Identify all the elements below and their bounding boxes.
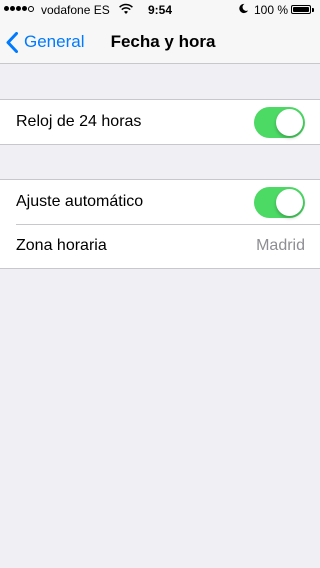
time-zone-value: Madrid xyxy=(256,237,305,254)
row-time-zone[interactable]: Zona horaria Madrid xyxy=(0,224,320,268)
row-24h-clock: Reloj de 24 horas xyxy=(0,100,320,144)
settings-group-clock: Reloj de 24 horas xyxy=(0,99,320,145)
toggle-auto-set[interactable] xyxy=(254,186,305,218)
navigation-bar: General Fecha y hora xyxy=(0,20,320,64)
toggle-knob xyxy=(276,108,303,136)
toggle-24h-clock[interactable] xyxy=(254,106,305,138)
back-button[interactable]: General xyxy=(6,20,84,64)
settings-group-time: Ajuste automático Zona horaria Madrid xyxy=(0,179,320,269)
row-label-24h-clock: Reloj de 24 horas xyxy=(16,113,142,130)
row-label-time-zone: Zona horaria xyxy=(16,237,107,254)
battery-percentage: 100 % xyxy=(254,3,289,17)
moon-icon xyxy=(239,3,249,14)
page-title-text: Fecha y hora xyxy=(110,32,216,51)
row-label-auto-set: Ajuste automático xyxy=(16,193,144,210)
battery-cap xyxy=(312,8,314,12)
back-button-label: General xyxy=(24,32,85,51)
row-auto-set: Ajuste automático xyxy=(0,180,320,224)
toggle-knob xyxy=(276,188,303,216)
chevron-left-icon xyxy=(6,31,18,53)
status-bar: vodafone ES 9:54 100 % xyxy=(0,0,320,20)
battery-icon xyxy=(291,5,311,14)
